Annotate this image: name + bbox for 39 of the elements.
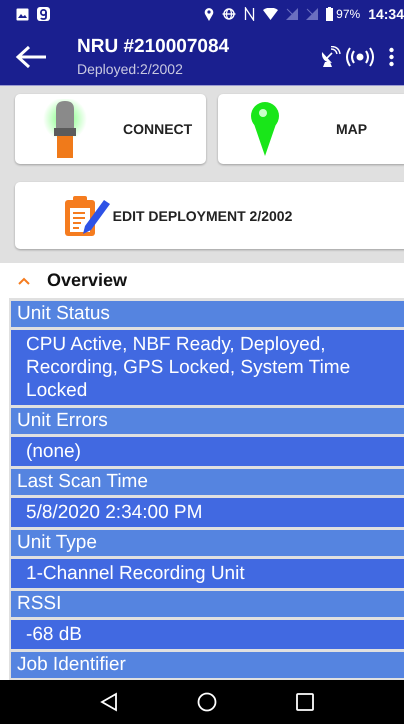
field-label: RSSI [11,591,404,617]
wifi-icon [263,8,278,20]
field-value: 1-Channel Recording Unit [11,559,404,588]
signal-icon [286,8,298,20]
connect-button[interactable]: CONNECT [15,94,206,164]
back-arrow-icon[interactable] [15,44,47,68]
back-icon[interactable] [100,692,118,712]
field-label: Unit Status [11,301,404,327]
clock-time: 14:34 [368,6,404,22]
crosshair-icon [222,7,236,21]
app-notification-icon [37,7,50,21]
recents-icon[interactable] [296,693,314,711]
screen-title: NRU #210007084 [77,36,230,58]
field-value: 5/8/2020 2:34:00 PM [11,498,404,527]
signal-icon [306,8,318,20]
screen-subtitle: Deployed:2/2002 [77,61,184,77]
nfc-icon [244,7,256,21]
field-value: (none) [11,437,404,466]
section-title: Overview [47,270,128,291]
sensor-icon [41,99,89,159]
edit-button[interactable]: EDIT DEPLOYMENT 2/2002 [15,182,404,249]
edit-document-icon [62,194,111,238]
field-value: CPU Active, NBF Ready, Deployed, Recording, GPS Locked, System Time Locked [11,330,404,405]
battery-icon [326,7,334,21]
location-icon [204,7,214,21]
home-icon[interactable] [196,692,217,712]
field-label: Job Identifier [11,652,404,678]
image-icon [16,8,29,20]
caret-icon[interactable] [18,276,30,284]
field-label: Unit Type [11,530,404,556]
map-button[interactable]: MAP [218,94,404,164]
more-options-icon[interactable] [389,46,394,66]
broadcast-icon[interactable] [345,46,375,66]
field-label: Last Scan Time [11,469,404,495]
map-pin-icon [250,102,280,156]
battery-level: 97% [336,7,360,21]
field-label: Unit Errors [11,408,404,434]
satellite-dish-icon[interactable] [319,46,341,68]
field-value: -68 dB [11,620,404,649]
